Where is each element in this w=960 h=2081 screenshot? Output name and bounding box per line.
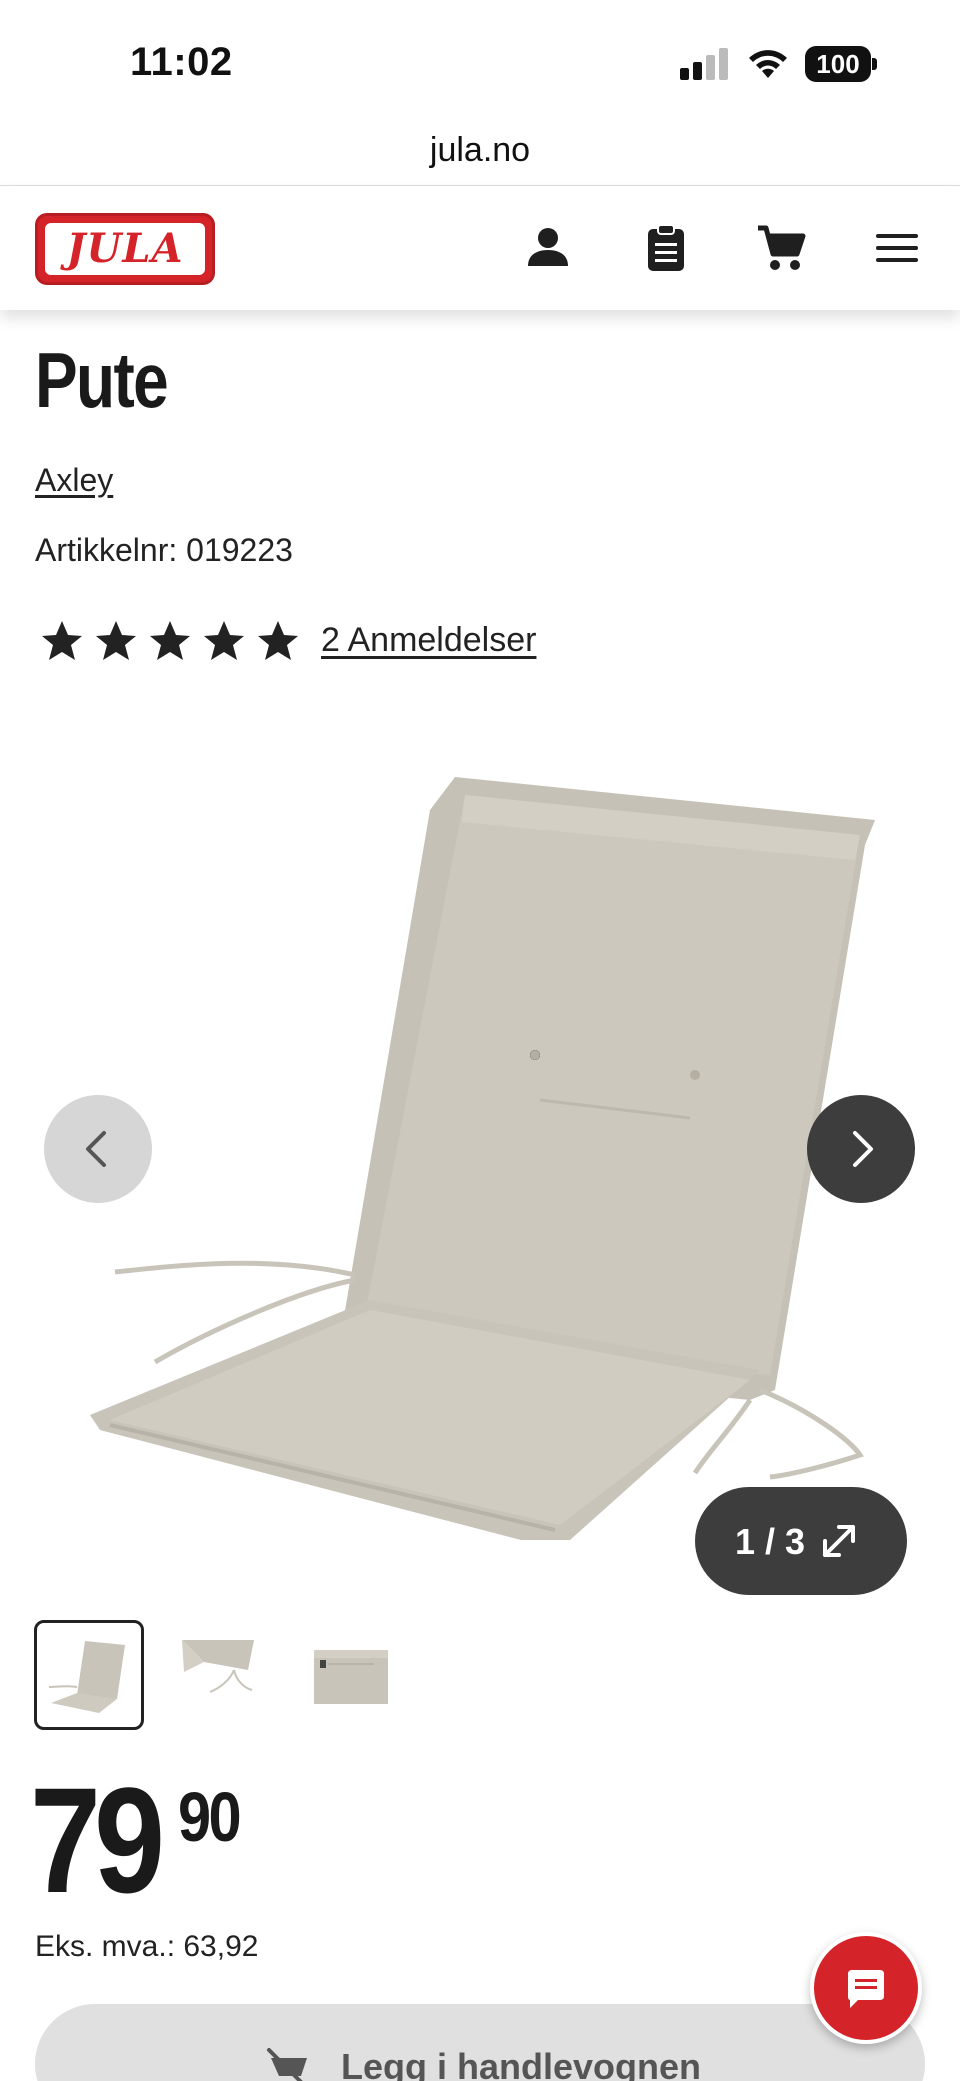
brand-link[interactable]: Axley xyxy=(35,462,113,499)
account-icon[interactable] xyxy=(522,222,574,274)
shopping-list-icon[interactable] xyxy=(640,222,692,274)
status-bar: 11:02 100 xyxy=(0,0,960,120)
next-image-button[interactable] xyxy=(807,1095,915,1203)
star-icon xyxy=(204,621,244,660)
cart-icon[interactable] xyxy=(755,222,807,274)
url-text: jula.no xyxy=(429,131,531,169)
chevron-left-icon xyxy=(86,1131,106,1167)
star-icon xyxy=(42,621,82,660)
thumbnail-3[interactable] xyxy=(294,1620,404,1730)
star-icon xyxy=(96,621,136,660)
battery-level: 100 xyxy=(805,46,871,82)
star-icon xyxy=(258,621,298,660)
chat-button[interactable] xyxy=(810,1932,922,2044)
price-decimals: 90 xyxy=(178,1778,242,1856)
signal-icon xyxy=(680,48,730,80)
article-number: Artikkelnr: 019223 xyxy=(35,532,293,568)
star-rating xyxy=(38,617,302,669)
cart-disabled-icon xyxy=(267,2048,307,2081)
image-counter: 1 / 3 xyxy=(735,1521,806,1562)
product-image[interactable] xyxy=(70,750,890,1540)
jula-logo[interactable]: JULA xyxy=(35,213,215,285)
thumbnail-1[interactable] xyxy=(34,1620,144,1730)
expand-icon xyxy=(823,1525,855,1557)
wifi-icon xyxy=(749,50,787,78)
logo-text: JULA xyxy=(66,225,184,272)
thumbnail-strip xyxy=(34,1620,404,1730)
add-to-cart-button[interactable]: Legg i handlevognen xyxy=(35,2004,925,2081)
chevron-right-icon xyxy=(853,1131,873,1167)
thumbnail-2[interactable] xyxy=(164,1620,274,1730)
price: 79 90 xyxy=(30,1756,242,1924)
address-bar[interactable]: jula.no xyxy=(0,120,960,186)
price-ex-vat: Eks. mva.: 63,92 xyxy=(35,1930,259,1963)
previous-image-button[interactable] xyxy=(44,1095,152,1203)
product-gallery[interactable]: 1 / 3 xyxy=(0,740,960,1600)
add-to-cart-label: Legg i handlevognen xyxy=(341,2046,702,2081)
chat-icon xyxy=(848,1970,884,2008)
menu-icon[interactable] xyxy=(872,222,924,274)
product-title: Pute xyxy=(35,336,169,424)
price-main: 79 xyxy=(30,1756,165,1924)
image-counter-button[interactable]: 1 / 3 xyxy=(695,1487,907,1595)
reviews-link[interactable]: 2 Anmeldelser xyxy=(321,621,536,660)
battery-icon: 100 xyxy=(805,46,877,82)
star-icon xyxy=(150,621,190,660)
status-time: 11:02 xyxy=(130,40,233,84)
site-header: JULA xyxy=(0,186,960,310)
